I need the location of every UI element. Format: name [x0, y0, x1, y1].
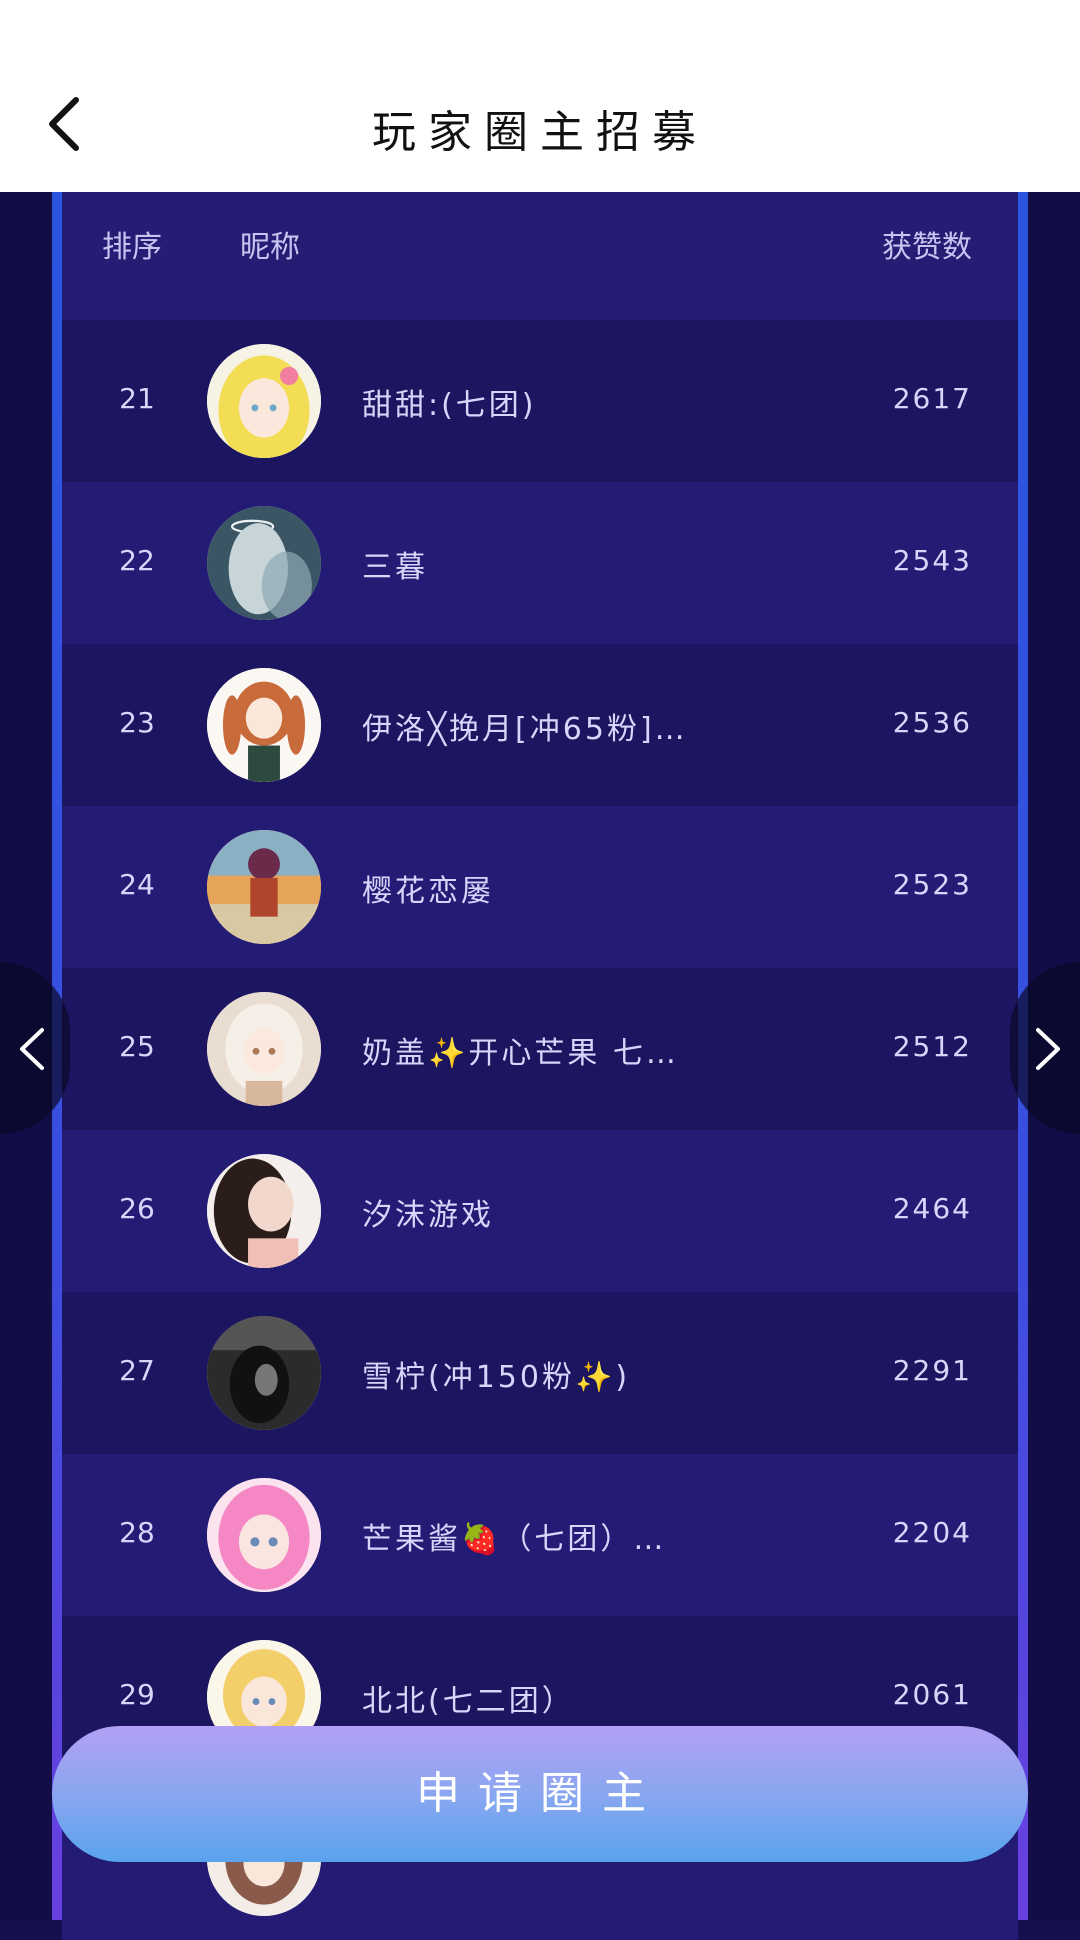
avatar[interactable] — [207, 1478, 321, 1592]
ranking-row[interactable]: 23 伊洛╳挽月[冲65粉]… 2536 — [62, 644, 1018, 806]
row-nickname: 三暮 — [362, 550, 428, 585]
avatar[interactable] — [207, 992, 321, 1106]
column-rank-label: 排序 — [102, 230, 162, 265]
ranking-row[interactable]: 21 甜甜:(七团) 2617 — [62, 320, 1018, 482]
row-likes: 2536 — [892, 706, 972, 739]
row-nickname: 奶盖✨开心芒果 七… — [362, 1036, 679, 1071]
row-rank: 22 — [119, 544, 155, 577]
apply-circle-owner-button[interactable]: 申请圈主 — [52, 1726, 1028, 1862]
row-rank: 25 — [119, 1030, 155, 1063]
row-nickname: 芒果酱🍓（七团）… — [362, 1522, 667, 1557]
avatar[interactable] — [207, 668, 321, 782]
avatar[interactable] — [207, 1154, 321, 1268]
ranking-row[interactable]: 26 汐沫游戏 2464 — [62, 1130, 1018, 1292]
row-rank: 29 — [119, 1678, 155, 1711]
ranking-row[interactable]: 22 三暮 2543 — [62, 482, 1018, 644]
row-nickname: 雪柠(冲150粉✨) — [362, 1360, 631, 1395]
row-nickname: 伊洛╳挽月[冲65粉]… — [362, 712, 688, 747]
row-rank: 28 — [119, 1516, 155, 1549]
ranking-row[interactable]: 28 芒果酱🍓（七团）… 2204 — [62, 1454, 1018, 1616]
chevron-left-icon — [20, 1028, 44, 1070]
row-nickname: 樱花恋屡 — [362, 874, 494, 909]
ranking-row[interactable]: 25 奶盖✨开心芒果 七… 2512 — [62, 968, 1018, 1130]
avatar[interactable] — [207, 506, 321, 620]
ranking-row[interactable]: 24 樱花恋屡 2523 — [62, 806, 1018, 968]
avatar[interactable] — [207, 1316, 321, 1430]
app-header: 玩家圈主招募 — [0, 0, 1080, 192]
row-likes: 2512 — [892, 1030, 972, 1063]
row-rank: 21 — [119, 382, 155, 415]
row-likes: 2523 — [892, 868, 972, 901]
row-rank: 26 — [119, 1192, 155, 1225]
row-likes: 2204 — [892, 1516, 972, 1549]
avatar[interactable] — [207, 830, 321, 944]
ranking-list-frame: 排序 昵称 获赞数 21 甜甜:(七团) 2617 22 三暮 2543 23 … — [52, 192, 1028, 1940]
row-likes: 2291 — [892, 1354, 972, 1387]
ranking-list[interactable]: 排序 昵称 获赞数 21 甜甜:(七团) 2617 22 三暮 2543 23 … — [62, 192, 1018, 1940]
row-likes: 2464 — [892, 1192, 972, 1225]
row-rank: 23 — [119, 706, 155, 739]
chevron-right-icon — [1036, 1028, 1060, 1070]
row-nickname: 甜甜:(七团) — [362, 388, 537, 423]
avatar[interactable] — [207, 344, 321, 458]
row-rank: 27 — [119, 1354, 155, 1387]
row-likes: 2617 — [892, 382, 972, 415]
row-likes: 2543 — [892, 544, 972, 577]
row-rank: 24 — [119, 868, 155, 901]
column-nickname-label: 昵称 — [240, 230, 300, 265]
row-likes: 2061 — [892, 1678, 972, 1711]
column-likes-label: 获赞数 — [882, 230, 972, 265]
page-title: 玩家圈主招募 — [372, 107, 708, 158]
row-nickname: 汐沫游戏 — [362, 1198, 494, 1233]
row-nickname: 北北(七二团） — [362, 1684, 575, 1719]
ranking-rows: 21 甜甜:(七团) 2617 22 三暮 2543 23 伊洛╳挽月[冲65粉… — [62, 320, 1018, 1940]
column-header: 排序 昵称 获赞数 — [62, 192, 1018, 320]
ranking-row[interactable]: 27 雪柠(冲150粉✨) 2291 — [62, 1292, 1018, 1454]
